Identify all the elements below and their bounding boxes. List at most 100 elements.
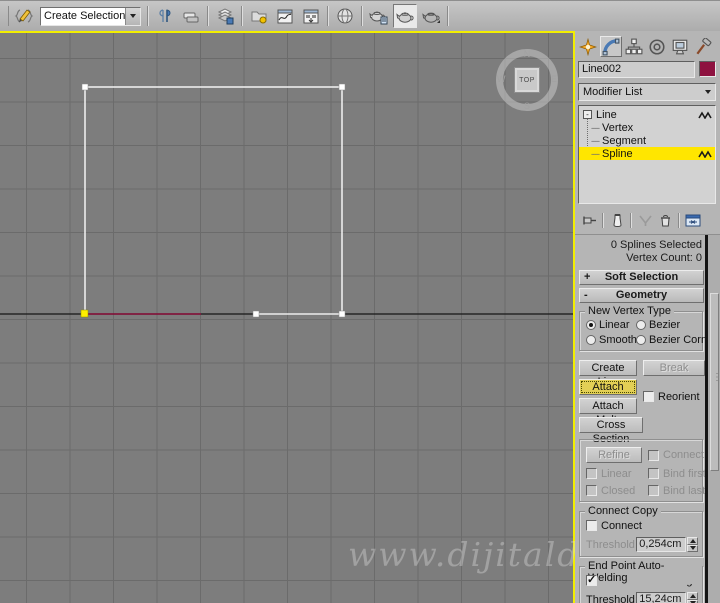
command-panel: Line002 Modifier List - Line ---- Vertex… [575, 31, 720, 603]
auto-weld-threshold-spinner[interactable]: 15,24cm [636, 592, 698, 603]
viewcube-east-label[interactable]: E [551, 74, 557, 84]
make-unique-icon[interactable] [635, 211, 655, 230]
rollout-geometry[interactable]: - Geometry [579, 288, 704, 303]
spinner-buttons [687, 537, 698, 552]
viewcube-south-label[interactable]: S [496, 101, 558, 111]
spinner-up-icon[interactable] [687, 592, 698, 600]
align-icon[interactable] [179, 4, 203, 28]
checkbox-box [648, 485, 659, 496]
checkbox-box [648, 449, 659, 461]
viewcube-top-face[interactable]: TOP [514, 67, 540, 93]
reorient-checkbox[interactable]: Reorient [643, 390, 705, 403]
material-editor-icon[interactable] [333, 4, 357, 28]
tab-create[interactable] [577, 36, 599, 57]
spinner-value[interactable]: 0,254cm [636, 537, 686, 552]
render-setup-icon[interactable] [367, 4, 391, 28]
mirror-icon[interactable] [153, 4, 177, 28]
vertex-handle[interactable] [338, 83, 346, 91]
radio-circle [636, 320, 646, 330]
vertex-handle[interactable] [81, 83, 89, 91]
collapse-icon[interactable]: - [583, 110, 592, 119]
pin-stack-icon[interactable] [579, 211, 599, 230]
auto-weld-threshold-row: Threshold 15,24cm [586, 592, 698, 603]
bind-last-checkbox[interactable]: Bind last [648, 484, 706, 497]
refine-button[interactable]: Refine [586, 447, 642, 463]
viewcube-west-label[interactable]: W [497, 74, 506, 84]
manage-layers-icon[interactable] [213, 4, 237, 28]
create-line-button[interactable]: Create Line [579, 360, 637, 388]
toolbar-separator [147, 6, 149, 26]
tab-motion[interactable] [646, 36, 668, 57]
modifier-stack: - Line ---- Vertex ---- Segment ---- Spl… [578, 105, 716, 204]
sub-object-active-icon[interactable] [696, 110, 712, 119]
modifier-list-dropdown[interactable]: Modifier List [578, 83, 716, 101]
chevron-down-icon [701, 90, 715, 94]
rollout-toggle[interactable]: - [584, 289, 588, 302]
spinner-up-icon[interactable] [687, 537, 698, 545]
rendered-frame-window-icon[interactable] [393, 4, 417, 28]
command-panel-tabs [577, 36, 714, 57]
vertex-handle[interactable] [252, 310, 260, 318]
stack-item-spline[interactable]: ---- Spline [579, 147, 715, 160]
closed-checkbox[interactable]: Closed [586, 484, 642, 497]
connect-refine-checkbox[interactable]: Connect [648, 449, 706, 462]
vertex-handle[interactable] [338, 310, 346, 318]
graphite-tools-icon[interactable] [247, 4, 271, 28]
chevron-down-icon[interactable] [125, 7, 140, 25]
rollout-toggle[interactable]: + [584, 271, 590, 284]
schematic-view-icon[interactable] [299, 4, 323, 28]
tab-modify[interactable] [600, 36, 622, 57]
remove-modifier-icon[interactable] [655, 211, 675, 230]
spinner-value[interactable]: 15,24cm [636, 592, 686, 603]
selection-set-combobox[interactable]: Create Selection Se [40, 6, 141, 26]
spline-outline[interactable] [84, 86, 343, 314]
spinner-down-icon[interactable] [687, 544, 698, 552]
show-end-result-icon[interactable] [607, 211, 627, 230]
vertex-type-radios: Linear Bezier Smooth Bezier Corner [586, 319, 717, 346]
toolbar-separator [602, 212, 604, 228]
stack-item-vertex[interactable]: ---- Vertex [579, 121, 715, 134]
object-name-input[interactable]: Line002 [578, 60, 695, 78]
connect-copy-threshold-spinner[interactable]: 0,254cm [636, 537, 698, 552]
connect-copy-group: Connect Copy Connect Threshold 0,254cm [579, 505, 703, 557]
object-color-swatch[interactable] [699, 61, 716, 77]
bind-first-checkbox[interactable]: Bind first [648, 467, 706, 480]
viewcube-north-label[interactable]: N [496, 49, 558, 59]
threshold-label: Threshold [586, 538, 635, 551]
spinner-down-icon[interactable] [687, 599, 698, 603]
selection-set-value[interactable]: Create Selection Se [41, 10, 125, 22]
stack-item-line[interactable]: - Line [579, 108, 715, 121]
new-vertex-type-group: New Vertex Type Linear Bezier Smooth Bez… [579, 305, 717, 351]
triangle [130, 14, 136, 18]
curve-editor-icon[interactable] [273, 4, 297, 28]
group-title: Connect Copy [585, 505, 661, 517]
connect-copy-checkbox[interactable]: Connect [586, 519, 698, 532]
break-button[interactable]: Break [643, 360, 705, 376]
viewcube[interactable]: TOP N S W E [496, 49, 558, 111]
tab-hierarchy[interactable] [623, 36, 645, 57]
linear-checkbox[interactable]: Linear [586, 467, 642, 480]
render-production-icon[interactable] [419, 4, 443, 28]
named-selection-sets-icon[interactable] [12, 4, 36, 28]
checkbox-box [648, 468, 659, 479]
sub-object-active-icon[interactable] [696, 149, 712, 158]
stack-item-segment[interactable]: ---- Segment [579, 134, 715, 147]
threshold-label: Threshold [586, 593, 635, 603]
attach-button[interactable]: Attach [579, 379, 637, 395]
connect-copy-threshold-row: Threshold 0,254cm [586, 537, 698, 552]
cross-section-button[interactable]: Cross Section [579, 417, 643, 445]
configure-modifier-sets-icon[interactable] [683, 211, 703, 230]
first-vertex-handle[interactable] [80, 309, 89, 318]
tab-display[interactable] [669, 36, 691, 57]
panel-lower-area: 0 Splines Selected Vertex Count: 0 + Sof… [575, 234, 720, 603]
panel-scrollbar[interactable] [705, 235, 720, 603]
top-viewport[interactable]: TOP N S W E www.dijitalde [0, 31, 600, 603]
rollout-soft-selection[interactable]: + Soft Selection [579, 270, 704, 285]
radio-linear[interactable]: Linear [586, 319, 636, 331]
attach-mult-button[interactable]: Attach Mult. [579, 398, 637, 426]
scrollbar-thumb[interactable] [710, 293, 720, 471]
tab-utilities[interactable] [692, 36, 714, 57]
checkbox-box [586, 520, 597, 531]
radio-smooth[interactable]: Smooth [586, 334, 637, 346]
curve-glyph [277, 9, 293, 24]
